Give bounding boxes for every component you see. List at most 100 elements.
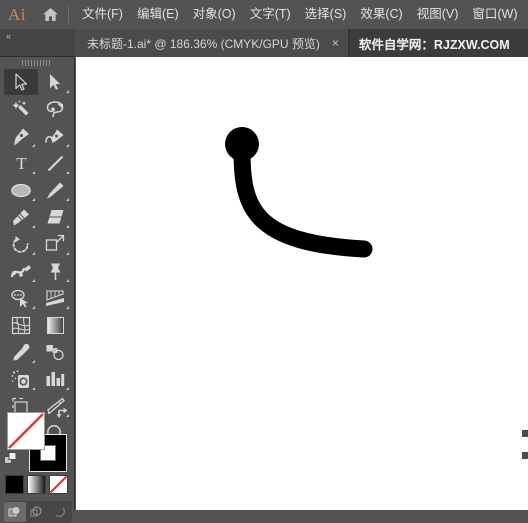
flyout-indicator-icon (32, 360, 35, 363)
blend-tool[interactable] (38, 339, 72, 365)
flyout-indicator-icon (66, 171, 69, 174)
gradient-mode-button[interactable] (27, 475, 46, 494)
menu-effect[interactable]: 效果(C) (353, 0, 409, 29)
curvature-icon (44, 129, 63, 143)
symbol-sprayer-tool[interactable] (4, 366, 38, 392)
menu-view[interactable]: 视图(V) (410, 0, 466, 29)
grip-dots-icon (22, 60, 52, 66)
mesh-tool[interactable] (4, 312, 38, 338)
flyout-indicator-icon (32, 144, 35, 147)
perspective-grid-icon (46, 290, 64, 306)
draw-behind-icon (30, 506, 42, 517)
fill-stroke-controls (0, 402, 74, 474)
type-tool[interactable]: T (4, 150, 38, 176)
line-segment-tool[interactable] (38, 150, 72, 176)
toolbar-drag-handle[interactable] (0, 57, 74, 69)
draw-normal-icon (8, 507, 20, 517)
column-graph-tool[interactable] (38, 366, 72, 392)
rotate-tool[interactable] (4, 231, 38, 257)
eraser-icon (47, 210, 63, 224)
lasso-icon (46, 101, 64, 118)
flyout-indicator-icon (66, 90, 69, 93)
scale-icon (45, 234, 65, 251)
ellipse-tool[interactable] (4, 177, 38, 203)
right-panel-mark-top[interactable] (522, 430, 528, 437)
default-fill-stroke-icon[interactable] (4, 452, 18, 471)
width-warp-icon (10, 264, 31, 277)
menu-edit[interactable]: 编辑(E) (130, 0, 186, 29)
fill-mode-buttons (5, 475, 69, 497)
width-tool[interactable] (4, 258, 38, 284)
flyout-indicator-icon (32, 225, 35, 228)
app-logo: Ai (8, 5, 26, 24)
menu-divider (68, 6, 69, 23)
draw-inside-icon (55, 507, 66, 518)
svg-text:T: T (16, 154, 27, 172)
draw-normal-button[interactable] (4, 502, 26, 522)
flyout-indicator-icon (66, 306, 69, 309)
shape-builder-tool[interactable] (4, 285, 38, 311)
type-t-icon: T (16, 154, 27, 172)
direct-selection-tool[interactable] (38, 69, 72, 95)
pen-tool[interactable] (4, 123, 38, 149)
toolbar-collapse-header[interactable]: « (0, 29, 75, 57)
menu-bar: Ai 文件(F) 编辑(E) 对象(O) 文字(T) 选择(S) 效果(C) 视… (0, 0, 528, 29)
selection-tool[interactable] (4, 69, 38, 95)
free-transform-tool[interactable] (38, 258, 72, 284)
arrow-cursor-icon (15, 73, 28, 91)
magic-wand-icon (12, 100, 28, 115)
drawing-mode-buttons (4, 501, 72, 523)
pen-icon (13, 128, 29, 145)
fill-swatch[interactable] (7, 412, 45, 450)
collapse-panel-icon[interactable]: « (6, 31, 11, 41)
flyout-indicator-icon (66, 279, 69, 282)
shaper-tool[interactable] (4, 204, 38, 230)
document-tab-title: 未标题-1.ai* @ 186.36% (CMYK/GPU 预览) (87, 36, 320, 51)
swap-fill-stroke-icon[interactable] (55, 406, 69, 425)
close-icon[interactable]: × (329, 36, 342, 50)
eyedropper-tool[interactable] (4, 339, 38, 365)
flyout-indicator-icon (66, 387, 69, 390)
menu-object[interactable]: 对象(O) (186, 0, 243, 29)
color-mode-button[interactable] (5, 475, 24, 494)
document-canvas[interactable] (76, 57, 528, 510)
menu-window[interactable]: 窗口(W) (465, 0, 524, 29)
menu-select[interactable]: 选择(S) (298, 0, 354, 29)
flyout-indicator-icon (32, 306, 35, 309)
none-slash-icon (50, 476, 67, 493)
line-segment-icon (47, 155, 63, 171)
gradient-tool[interactable] (38, 312, 72, 338)
symbol-sprayer-icon (11, 369, 29, 388)
illustrator-window: Ai 文件(F) 编辑(E) 对象(O) 文字(T) 选择(S) 效果(C) 视… (0, 0, 528, 523)
perspective-grid-tool[interactable] (38, 285, 72, 311)
right-panel-mark-bottom[interactable] (522, 452, 528, 459)
paintbrush-tool[interactable] (38, 177, 72, 203)
flyout-indicator-icon (32, 387, 35, 390)
shape-builder-icon (10, 289, 28, 307)
black-curve-path[interactable] (225, 127, 373, 258)
bar-chart-icon (46, 372, 65, 386)
none-mode-button[interactable] (49, 475, 68, 494)
draw-behind-button[interactable] (26, 502, 48, 522)
none-slash-icon (8, 413, 44, 449)
menu-type[interactable]: 文字(T) (243, 0, 298, 29)
home-icon[interactable] (34, 7, 66, 22)
curvature-tool[interactable] (38, 123, 72, 149)
eraser-tool[interactable] (38, 204, 72, 230)
lasso-tool[interactable] (38, 96, 72, 122)
flyout-indicator-icon (32, 198, 35, 201)
eyedropper-icon (13, 343, 29, 360)
menu-item-list: 文件(F) 编辑(E) 对象(O) 文字(T) 选择(S) 效果(C) 视图(V… (75, 0, 525, 29)
pushpin-icon (50, 263, 60, 280)
flyout-indicator-icon (66, 252, 69, 255)
magic-wand-tool[interactable] (4, 96, 38, 122)
blend-icon (46, 345, 64, 361)
menu-file[interactable]: 文件(F) (75, 0, 130, 29)
document-tab[interactable]: 未标题-1.ai* @ 186.36% (CMYK/GPU 预览) × (75, 29, 349, 57)
scale-tool[interactable] (38, 231, 72, 257)
flyout-indicator-icon (32, 279, 35, 282)
flyout-indicator-icon (66, 225, 69, 228)
document-tab-bar: « 未标题-1.ai* @ 186.36% (CMYK/GPU 预览) × 软件… (0, 29, 528, 57)
draw-inside-button[interactable] (48, 502, 70, 522)
tools-panel: T (0, 57, 75, 523)
